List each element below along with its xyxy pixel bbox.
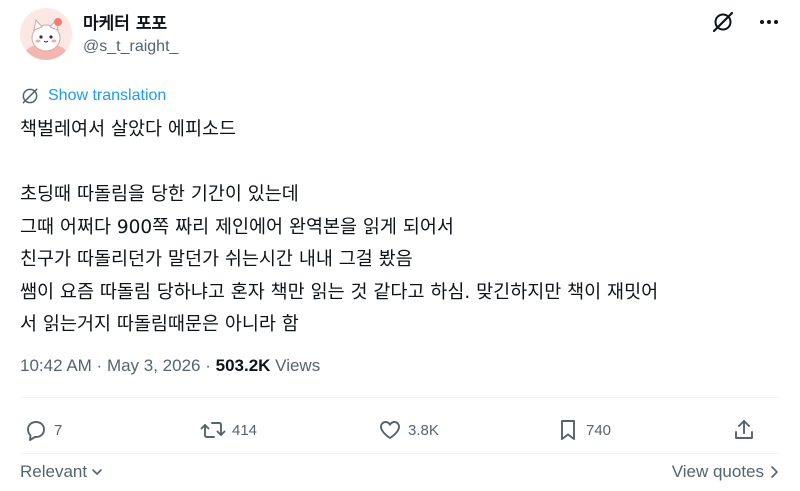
- meta-separator: ·: [91, 356, 107, 375]
- chevron-down-icon: [92, 469, 102, 475]
- reply-icon: [27, 421, 45, 441]
- tweet-line-blank: [20, 147, 780, 180]
- tweet-date[interactable]: May 3, 2026: [107, 356, 201, 376]
- translate-globe-icon: [22, 88, 38, 104]
- sort-label: Relevant: [20, 462, 88, 481]
- reply-count: 7: [54, 421, 63, 439]
- sort-dropdown[interactable]: Relevant: [20, 462, 103, 482]
- heart-icon: [380, 421, 400, 439]
- tweet-line: 서 읽는거지 따돌림때문은 아니라 함: [20, 314, 299, 335]
- tweet-line: 쌤이 요즘 따돌림 당하냐고 혼자 책만 읽는 것 같다고 하심. 맞긴하지만 …: [20, 281, 659, 303]
- like-button[interactable]: 3.8K: [378, 418, 439, 442]
- tweet-time[interactable]: 10:42 AM: [20, 356, 92, 376]
- share-button[interactable]: [732, 418, 756, 442]
- show-translation-button[interactable]: Show translation: [20, 86, 166, 106]
- tweet-line: 친구가 따돌리던가 말던가 쉬는시간 내내 그걸 봤음: [20, 249, 413, 270]
- user-handle[interactable]: @s_t_raight_: [83, 38, 178, 56]
- tweet-actions: 7 414 3.8K 740: [20, 418, 780, 448]
- bookmark-button[interactable]: 740: [556, 418, 611, 442]
- tweet-line: 책벌레여서 살았다 에피소드: [20, 119, 237, 140]
- repost-count: 414: [232, 421, 258, 439]
- views-label: Views: [270, 356, 321, 375]
- view-quotes-link[interactable]: View quotes: [672, 462, 780, 482]
- tweet-meta: 10:42 AM · May 3, 2026 · 503.2K Views: [20, 356, 320, 376]
- bookmark-icon: [561, 420, 575, 440]
- tweet-line: 초딩때 따돌림을 당한 기간이 있는데: [20, 184, 299, 205]
- show-translation-label: Show translation: [48, 87, 167, 104]
- cartoon-cat-avatar-icon: [20, 8, 72, 60]
- chevron-right-icon: [771, 466, 778, 478]
- more-icon[interactable]: [756, 9, 782, 35]
- tweet-line: 그때 어쩌다 900쪽 짜리 제인에어 완역본을 읽게 되어서: [20, 216, 454, 238]
- tweet-text: 책벌레여서 살았다 에피소드 초딩때 따돌림을 당한 기간이 있는데 그때 어쩌…: [20, 114, 780, 342]
- repost-icon: [200, 422, 226, 438]
- reply-button[interactable]: 7: [24, 418, 62, 442]
- repost-button[interactable]: 414: [200, 418, 257, 442]
- divider: [20, 397, 780, 398]
- display-name[interactable]: 마케터 포포: [83, 9, 167, 34]
- share-icon: [735, 420, 753, 439]
- avatar[interactable]: [20, 8, 72, 60]
- replies-controls: Relevant View quotes: [20, 462, 780, 482]
- header-actions: [710, 9, 782, 35]
- meta-separator: ·: [200, 356, 216, 375]
- grok-icon[interactable]: [710, 9, 736, 35]
- views-count[interactable]: 503.2K: [216, 356, 271, 376]
- bookmark-count: 740: [586, 421, 612, 439]
- view-quotes-label: View quotes: [671, 462, 764, 481]
- like-count: 3.8K: [408, 421, 439, 439]
- divider: [20, 453, 780, 454]
